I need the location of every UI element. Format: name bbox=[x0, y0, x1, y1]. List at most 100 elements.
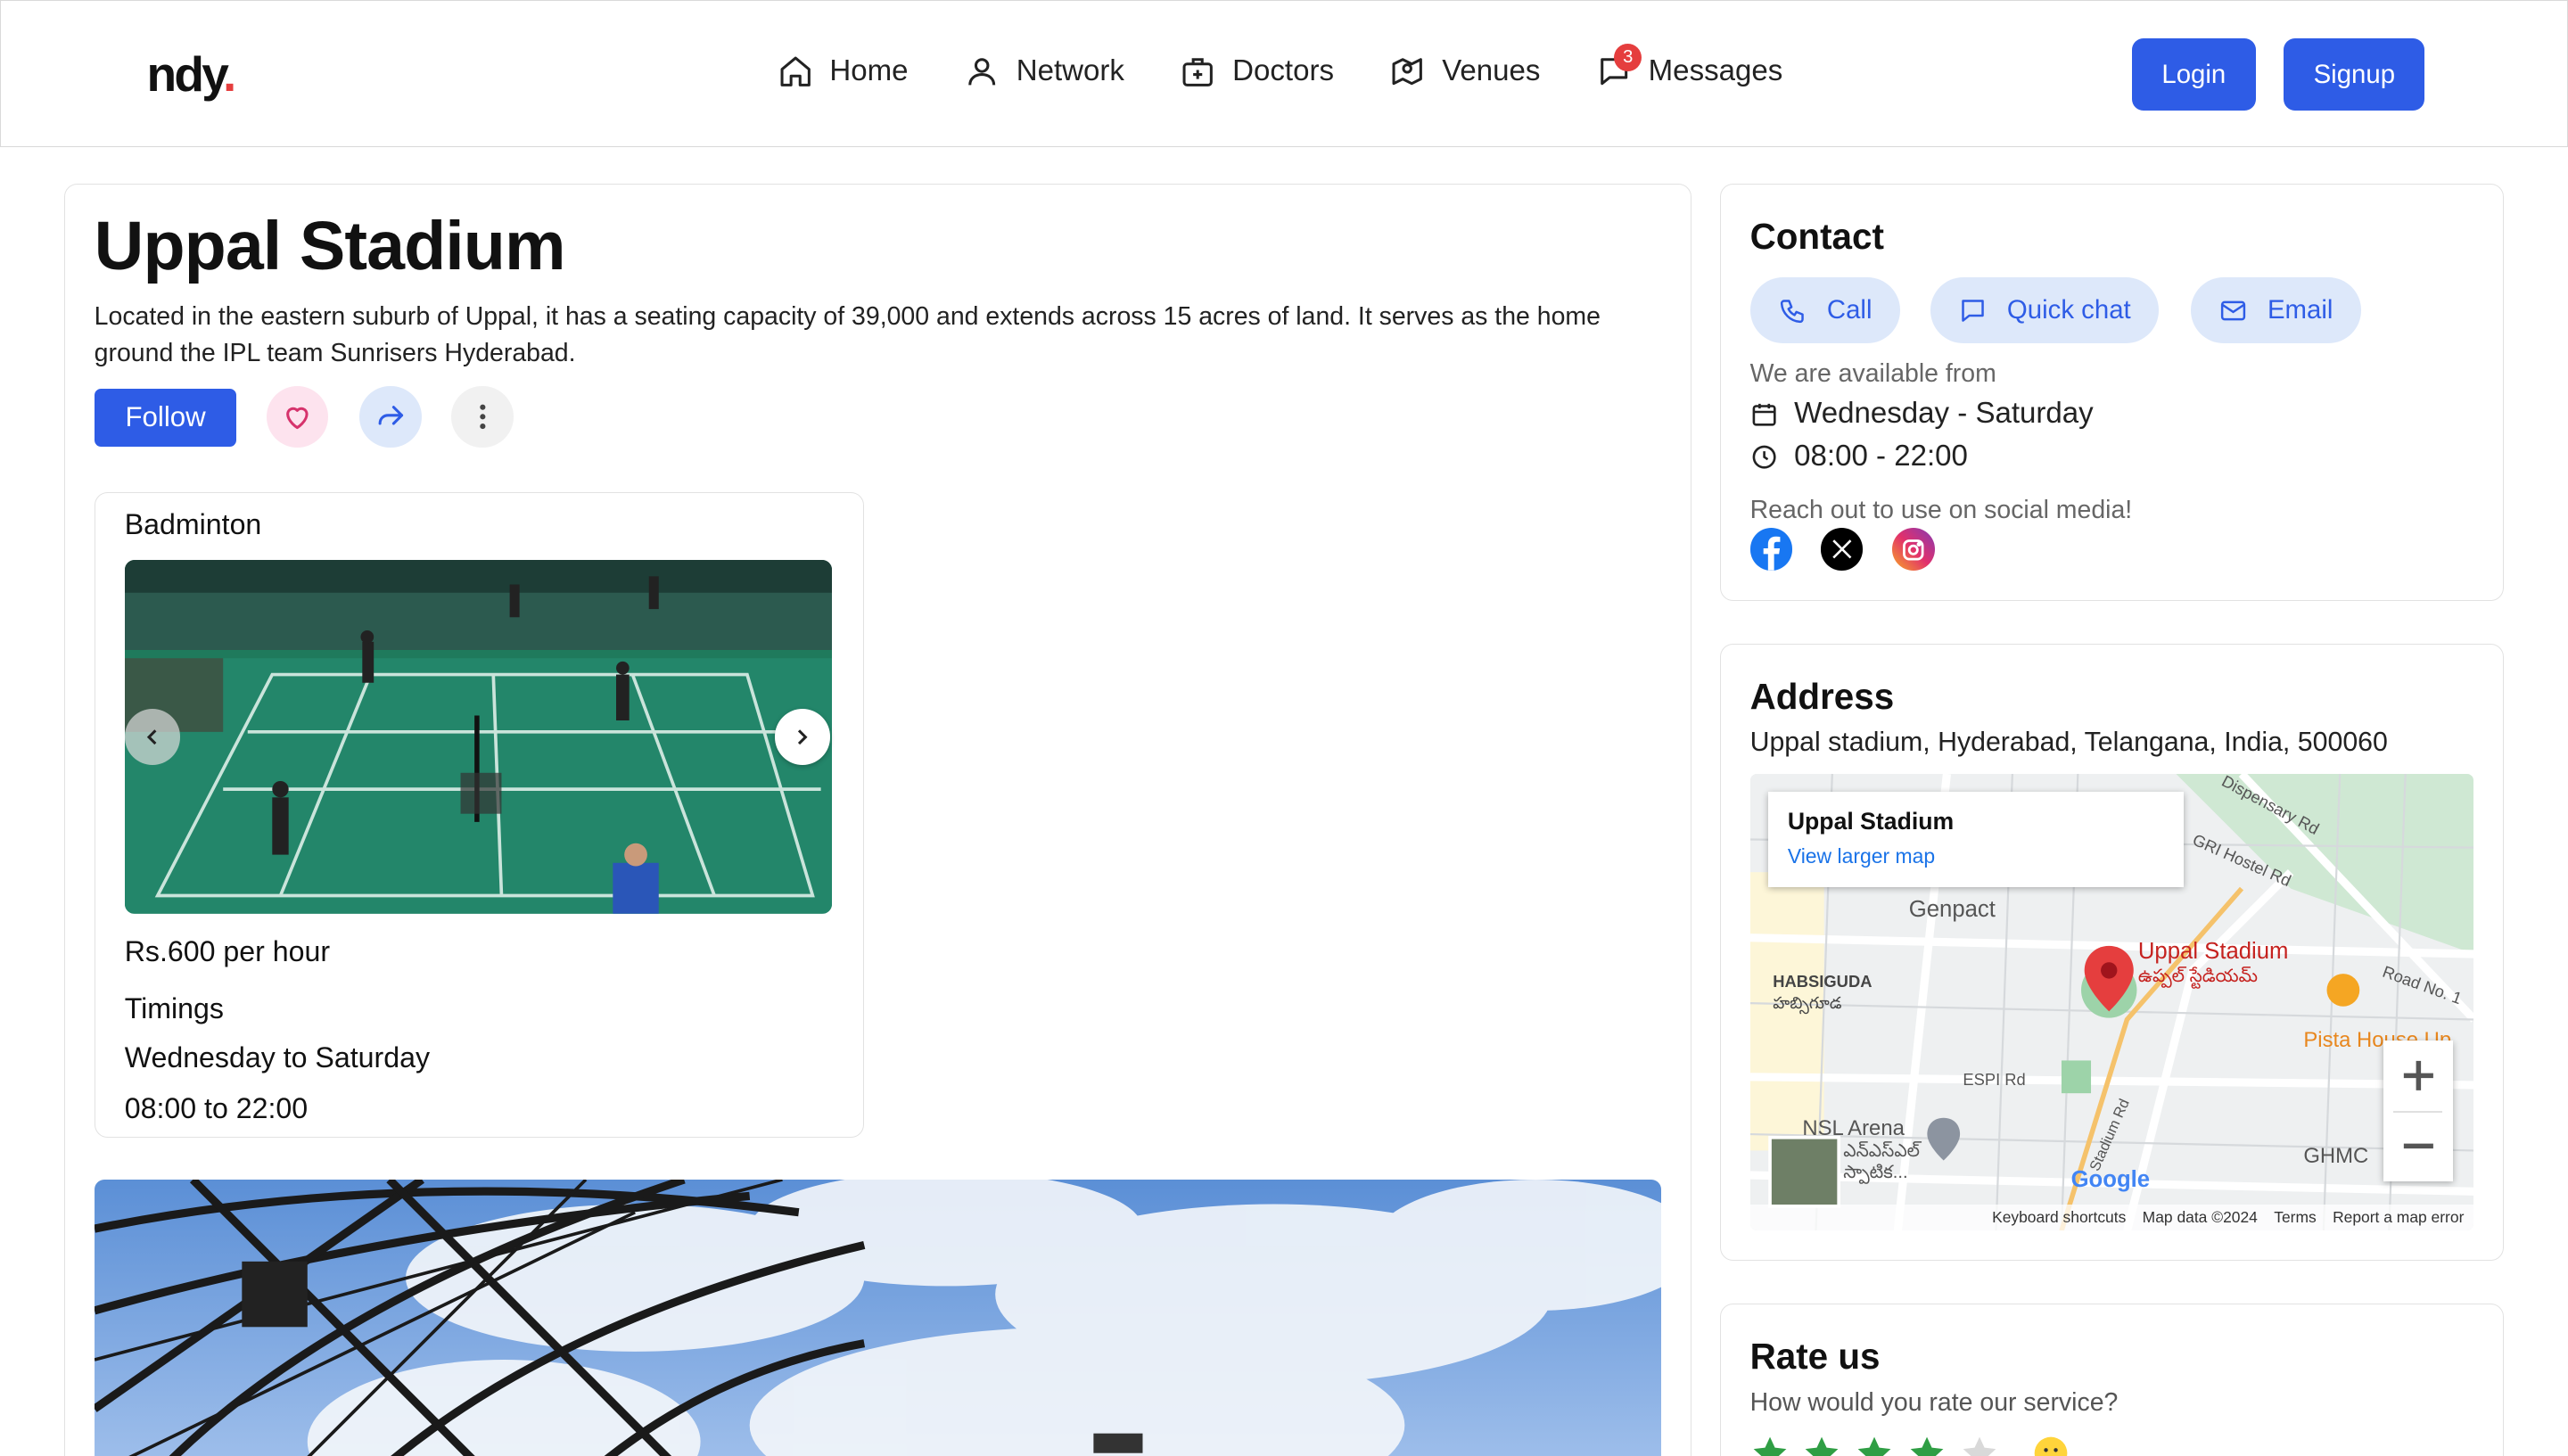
medical-bag-icon bbox=[1180, 53, 1215, 89]
nav-doctors-label: Doctors bbox=[1232, 53, 1334, 87]
map-zoom-controls bbox=[2383, 1041, 2453, 1182]
nav-messages-label: Messages bbox=[1648, 53, 1783, 87]
user-icon bbox=[964, 53, 1000, 89]
availability-hours: 08:00 - 22:00 bbox=[1750, 440, 1968, 473]
smiley-face-icon bbox=[2031, 1434, 2070, 1456]
logo[interactable]: ndy. bbox=[146, 45, 236, 103]
rate-title: Rate us bbox=[1749, 1335, 1881, 1377]
login-button[interactable]: Login bbox=[2131, 38, 2257, 111]
nav-messages[interactable]: 3 Messages bbox=[1596, 43, 1783, 89]
map-place-label: Uppal Stadium bbox=[2137, 939, 2289, 965]
address-card: Address Uppal stadium, Hyderabad, Telang… bbox=[1719, 643, 2505, 1262]
map-footer: Keyboard shortcuts Map data ©2024 Terms … bbox=[1749, 1204, 2474, 1231]
contact-title: Contact bbox=[1749, 215, 1884, 257]
phone-icon bbox=[1778, 296, 1807, 325]
map-info-popup: Uppal Stadium View larger map bbox=[1767, 792, 2185, 887]
carousel-prev-button[interactable] bbox=[124, 709, 181, 765]
venue-description: Located in the eastern suburb of Uppal, … bbox=[94, 302, 1601, 367]
map-label-habsiguda: HABSIGUDA bbox=[1773, 972, 1872, 991]
badminton-court-image bbox=[124, 560, 833, 915]
map-label-nsl-arena: NSL Arena bbox=[1802, 1115, 1905, 1140]
report-map-error-link[interactable]: Report a map error bbox=[2333, 1208, 2464, 1227]
sport-days: Wednesday to Saturday bbox=[124, 1041, 431, 1074]
plus-icon bbox=[2402, 1059, 2435, 1092]
top-navbar: ndy. Home Network Doctors Venues 3 Messa… bbox=[0, 0, 2568, 148]
venue-card: Uppal Stadium Located in the eastern sub… bbox=[63, 183, 1692, 1456]
address-title: Address bbox=[1749, 675, 1895, 717]
email-button[interactable]: Email bbox=[2190, 277, 2361, 343]
chat-icon bbox=[1958, 296, 1988, 325]
nav-doctors[interactable]: Doctors bbox=[1180, 53, 1334, 89]
carousel-next-button[interactable] bbox=[774, 709, 831, 765]
contact-card: Contact Call Quick chat Email We are ava… bbox=[1719, 183, 2505, 602]
map-place-label-telugu: ఉప్పల్ స్టేడియమ్ bbox=[2137, 966, 2258, 986]
sport-hours: 08:00 to 22:00 bbox=[124, 1092, 309, 1125]
terms-link[interactable]: Terms bbox=[2274, 1208, 2316, 1227]
quick-chat-button[interactable]: Quick chat bbox=[1930, 277, 2159, 343]
map-label-habsiguda-telugu: హబ్సిగూడ bbox=[1773, 993, 1842, 1013]
google-logo: Google bbox=[2070, 1166, 2151, 1192]
map-location-icon bbox=[1389, 53, 1425, 89]
nav-venues[interactable]: Venues bbox=[1389, 53, 1540, 89]
chevron-right-icon bbox=[789, 724, 815, 750]
availability-days-text: Wednesday - Saturday bbox=[1794, 397, 2094, 431]
map-label-genpact: Genpact bbox=[1908, 896, 1996, 922]
share-button[interactable] bbox=[359, 385, 422, 448]
map-label-espi-rd: ESPI Rd bbox=[1963, 1070, 2026, 1090]
messages-count-badge: 3 bbox=[1614, 43, 1642, 71]
star-icon[interactable] bbox=[1907, 1434, 1947, 1456]
sport-price: Rs.600 per hour bbox=[124, 934, 331, 967]
calendar-icon bbox=[1750, 400, 1778, 428]
x-twitter-icon[interactable] bbox=[1820, 528, 1864, 572]
chevron-left-icon bbox=[139, 724, 165, 750]
call-button[interactable]: Call bbox=[1749, 277, 1900, 343]
keyboard-shortcuts-link[interactable]: Keyboard shortcuts bbox=[1992, 1208, 2126, 1227]
more-options-button[interactable] bbox=[451, 385, 514, 448]
share-icon bbox=[374, 400, 407, 433]
nav-home[interactable]: Home bbox=[778, 53, 909, 89]
nav-venues-label: Venues bbox=[1442, 53, 1541, 87]
follow-button[interactable]: Follow bbox=[94, 389, 237, 447]
embedded-map[interactable]: Uppal Stadium ఉప్పల్ స్టేడియమ్ Genpact H… bbox=[1749, 773, 2474, 1231]
social-label: Reach out to use on social media! bbox=[1749, 495, 2133, 524]
star-icon[interactable] bbox=[1960, 1434, 1999, 1456]
signup-button[interactable]: Signup bbox=[2284, 38, 2425, 111]
mail-icon bbox=[2218, 296, 2248, 325]
zoom-in-button[interactable] bbox=[2383, 1041, 2452, 1111]
map-data-text: Map data ©2024 bbox=[2142, 1208, 2258, 1227]
star-rating bbox=[1750, 1434, 2071, 1456]
timings-label: Timings bbox=[124, 992, 224, 1025]
clock-icon bbox=[1750, 443, 1778, 471]
rate-question: How would you rate our service? bbox=[1749, 1387, 2119, 1417]
star-icon[interactable] bbox=[1855, 1434, 1894, 1456]
more-vertical-icon bbox=[466, 400, 499, 433]
heart-icon bbox=[281, 400, 314, 433]
availability-days: Wednesday - Saturday bbox=[1750, 397, 2094, 431]
star-icon[interactable] bbox=[1750, 1434, 1790, 1456]
map-popup-title: Uppal Stadium bbox=[1787, 808, 1955, 835]
rate-card: Rate us How would you rate our service? bbox=[1719, 1304, 2505, 1456]
sport-name: Badminton bbox=[124, 507, 262, 540]
address-text: Uppal stadium, Hyderabad, Telangana, Ind… bbox=[1749, 728, 2388, 758]
venue-title: Uppal Stadium bbox=[94, 208, 566, 285]
like-button[interactable] bbox=[266, 385, 329, 448]
email-label: Email bbox=[2267, 295, 2333, 325]
quick-chat-label: Quick chat bbox=[2006, 295, 2131, 325]
home-icon bbox=[778, 53, 813, 89]
main-nav: Home Network Doctors Venues 3 Messages bbox=[778, 43, 1783, 89]
instagram-icon[interactable] bbox=[1892, 528, 1936, 572]
stadium-image bbox=[94, 1180, 1662, 1456]
map-label-nsl-telugu-2: స్పాటిక... bbox=[1843, 1163, 1908, 1183]
availability-hours-text: 08:00 - 22:00 bbox=[1794, 440, 1968, 473]
zoom-out-button[interactable] bbox=[2383, 1111, 2452, 1181]
facebook-icon[interactable] bbox=[1749, 528, 1793, 572]
nav-network[interactable]: Network bbox=[964, 53, 1124, 89]
star-icon[interactable] bbox=[1802, 1434, 1841, 1456]
nav-network-label: Network bbox=[1016, 53, 1124, 87]
call-label: Call bbox=[1826, 295, 1872, 325]
map-label-ghmc: GHMC bbox=[2303, 1144, 2369, 1168]
view-larger-map-link[interactable]: View larger map bbox=[1788, 844, 1935, 868]
minus-icon bbox=[2402, 1130, 2435, 1163]
availability-label: We are available from bbox=[1749, 359, 1996, 389]
nav-home-label: Home bbox=[829, 53, 909, 87]
